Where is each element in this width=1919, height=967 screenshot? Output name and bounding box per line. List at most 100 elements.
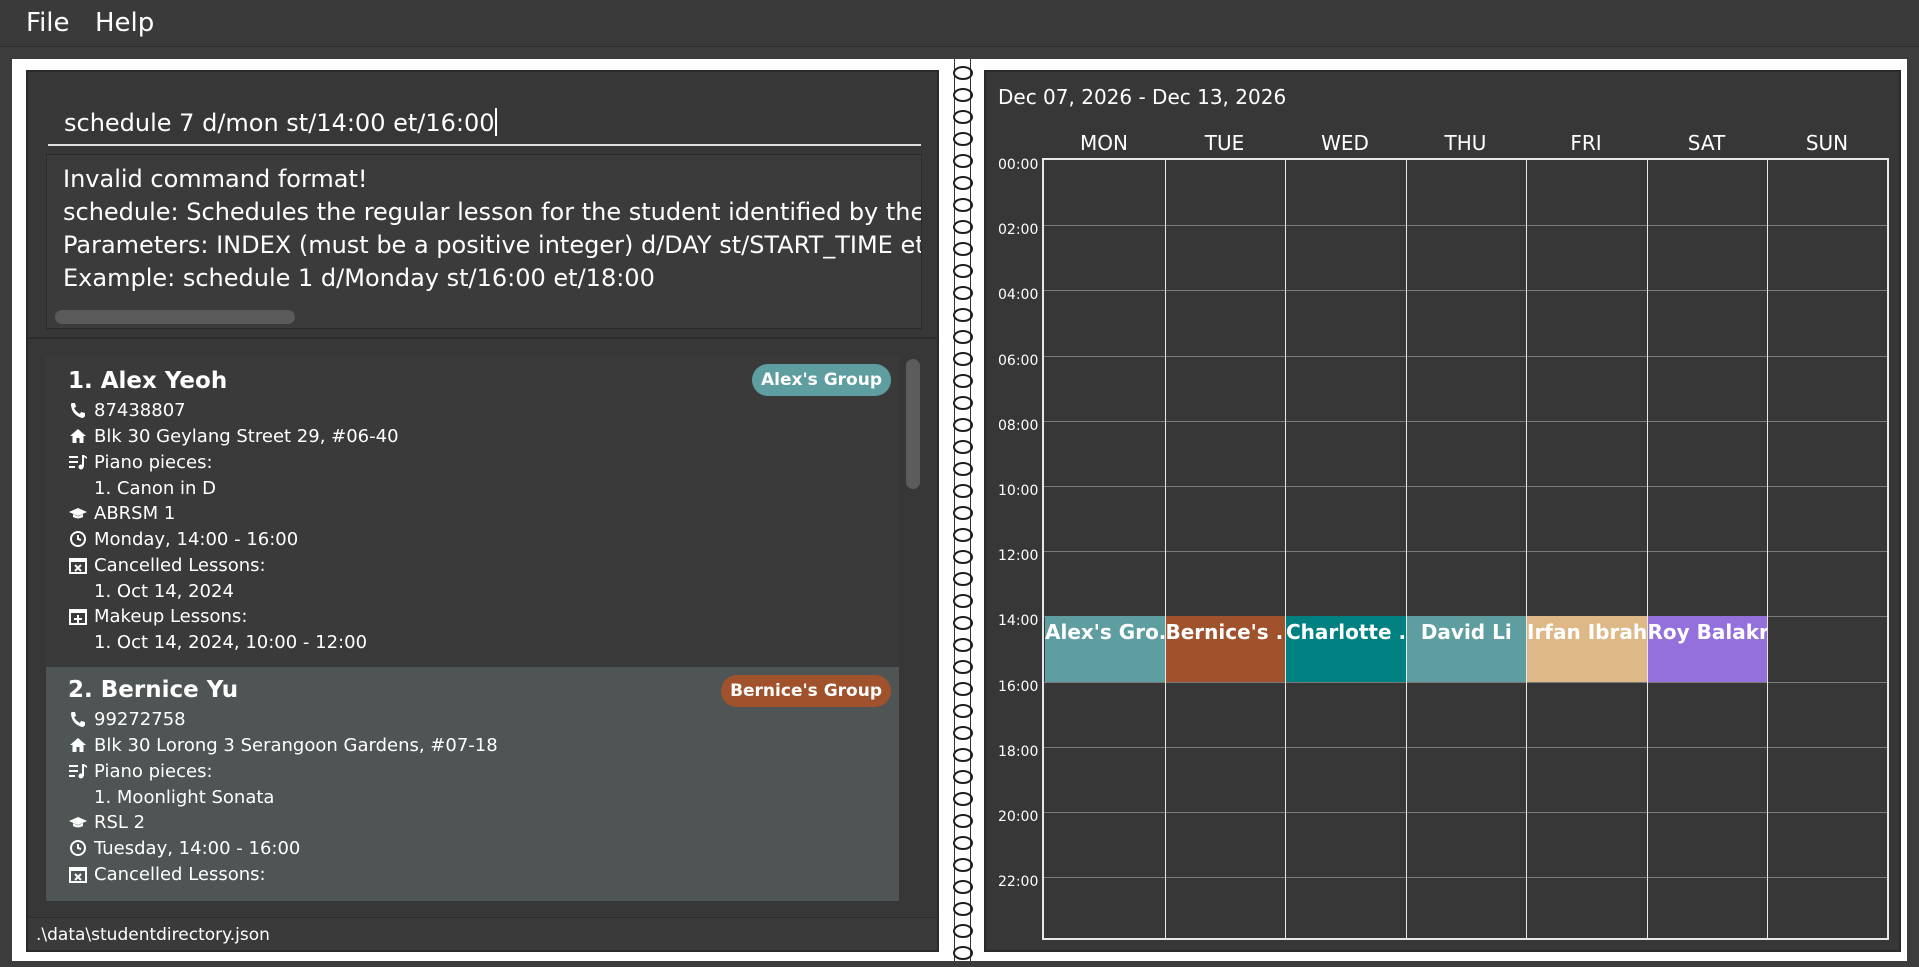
spiral-ring <box>953 836 973 850</box>
spiral-ring <box>953 660 973 674</box>
piece-item: 1. Canon in D <box>94 478 217 499</box>
menu-help[interactable]: Help <box>95 8 154 38</box>
music-list-icon <box>69 455 87 470</box>
spiral-ring <box>953 330 973 344</box>
lesson-block[interactable]: Bernice's ... <box>1165 616 1285 682</box>
phone-text: 87438807 <box>94 400 186 421</box>
lesson-block[interactable]: David Li <box>1406 616 1526 682</box>
home-icon <box>70 429 86 443</box>
day-gridline <box>1526 160 1527 938</box>
phone-icon <box>71 712 85 727</box>
result-horizontal-scrollbar[interactable] <box>55 310 295 324</box>
spiral-ring <box>953 528 973 542</box>
group-tag: Bernice's Group <box>721 675 891 707</box>
calendar-cancel-icon <box>69 867 87 883</box>
spiral-ring <box>953 550 973 564</box>
day-gridline <box>1646 160 1648 938</box>
lesson-time-text: Monday, 14:00 - 16:00 <box>94 529 299 550</box>
lesson-time-row: Monday, 14:00 - 16:00 <box>68 529 298 551</box>
spiral-ring <box>953 572 973 586</box>
spiral-ring <box>953 242 973 256</box>
spiral-ring <box>953 374 973 388</box>
grade-row: RSL 2 <box>68 812 145 834</box>
spiral-ring <box>953 440 973 454</box>
student-panel: schedule 7 d/mon st/14:00 et/16:00 Inval… <box>26 70 939 952</box>
clock-icon <box>70 531 86 547</box>
status-bar: .\data\studentdirectory.json <box>28 917 937 950</box>
command-input[interactable]: schedule 7 d/mon st/14:00 et/16:00 <box>64 108 497 137</box>
time-label: 12:00 <box>998 548 1039 565</box>
text-cursor <box>494 108 497 136</box>
piece-item: 1. Moonlight Sonata <box>94 787 275 808</box>
grade-text: ABRSM 1 <box>94 503 176 524</box>
time-label: 22:00 <box>998 874 1039 891</box>
command-input-text: schedule 7 d/mon st/14:00 et/16:00 <box>64 109 495 137</box>
student-card[interactable]: 1. Alex Yeoh Alex's Group 87438807 Blk 3… <box>46 356 899 667</box>
time-label: 06:00 <box>998 352 1039 369</box>
phone-icon <box>71 403 85 418</box>
result-line: schedule: Schedules the regular lesson f… <box>63 198 922 226</box>
spiral-ring <box>953 902 973 916</box>
panel-divider <box>28 337 937 339</box>
spiral-ring <box>953 858 973 872</box>
lesson-block[interactable]: Charlotte ... <box>1286 616 1406 682</box>
student-name: 1. Alex Yeoh <box>68 368 228 394</box>
hour-gridline <box>1044 877 1887 879</box>
hour-gridline <box>1044 551 1887 553</box>
calendar-date-range: Dec 07, 2026 - Dec 13, 2026 <box>998 85 1287 109</box>
spiral-ring <box>953 264 973 278</box>
day-gridline <box>1164 160 1166 938</box>
list-vertical-scrollbar[interactable] <box>906 359 920 489</box>
grade-row: ABRSM 1 <box>68 503 175 525</box>
spiral-ring <box>953 176 973 190</box>
spiral-ring <box>953 220 973 234</box>
result-line: Example: schedule 1 d/Monday st/16:00 et… <box>63 264 655 292</box>
time-label: 16:00 <box>998 678 1039 695</box>
hour-gridline <box>1044 812 1887 813</box>
calendar-grid: Alex's Gro...Bernice's ...Charlotte ...D… <box>1042 158 1889 940</box>
makeup-row: Makeup Lessons: <box>68 606 247 628</box>
address-row: Blk 30 Geylang Street 29, #06-40 <box>68 426 399 448</box>
spiral-ring <box>953 352 973 366</box>
lesson-block[interactable]: Irfan Ibrah... <box>1527 616 1647 682</box>
student-card[interactable]: 2. Bernice Yu Bernice's Group 99272758 B… <box>46 667 899 901</box>
time-label: 00:00 <box>998 157 1039 173</box>
music-list-icon <box>69 764 87 779</box>
spiral-ring <box>953 880 973 894</box>
spiral-ring <box>953 704 973 718</box>
day-header-sun: SUN <box>1805 131 1849 155</box>
spiral-ring <box>953 198 973 212</box>
lesson-time-text: Tuesday, 14:00 - 16:00 <box>94 838 301 859</box>
day-header-wed: WED <box>1321 131 1369 155</box>
phone-row: 99272758 <box>68 709 186 731</box>
spiral-ring <box>953 924 973 938</box>
cancelled-item: 1. Oct 14, 2024 <box>94 581 234 602</box>
day-header-sat: SAT <box>1687 131 1726 155</box>
student-list[interactable]: 1. Alex Yeoh Alex's Group 87438807 Blk 3… <box>46 356 924 901</box>
result-line: Parameters: INDEX (must be a positive in… <box>63 231 922 259</box>
spiral-ring <box>953 484 973 498</box>
spiral-ring <box>953 308 973 322</box>
time-label: 10:00 <box>998 483 1039 499</box>
spiral-ring <box>953 132 973 146</box>
spiral-ring <box>953 110 973 124</box>
student-name: 2. Bernice Yu <box>68 677 239 703</box>
hour-gridline <box>1044 746 1887 748</box>
result-display[interactable]: Invalid command format! schedule: Schedu… <box>46 154 922 329</box>
spiral-ring <box>953 946 973 960</box>
phone-row: 87438807 <box>68 400 186 422</box>
calendar-cancel-icon <box>69 558 87 574</box>
pieces-label: Piano pieces: <box>94 452 213 473</box>
day-gridline <box>1767 160 1768 938</box>
command-box[interactable]: schedule 7 d/mon st/14:00 et/16:00 <box>48 88 921 146</box>
spiral-ring <box>953 396 973 410</box>
menu-file[interactable]: File <box>26 8 70 38</box>
calendar-panel: Dec 07, 2026 - Dec 13, 2026 Alex's Gro..… <box>984 70 1901 952</box>
spiral-ring <box>953 88 973 102</box>
hour-gridline <box>1044 681 1887 683</box>
spiral-ring <box>953 682 973 696</box>
spiral-binding <box>953 66 973 960</box>
lesson-block[interactable]: Roy Balakr... <box>1647 616 1767 682</box>
pieces-label: Piano pieces: <box>94 761 213 782</box>
lesson-block[interactable]: Alex's Gro... <box>1045 616 1165 682</box>
